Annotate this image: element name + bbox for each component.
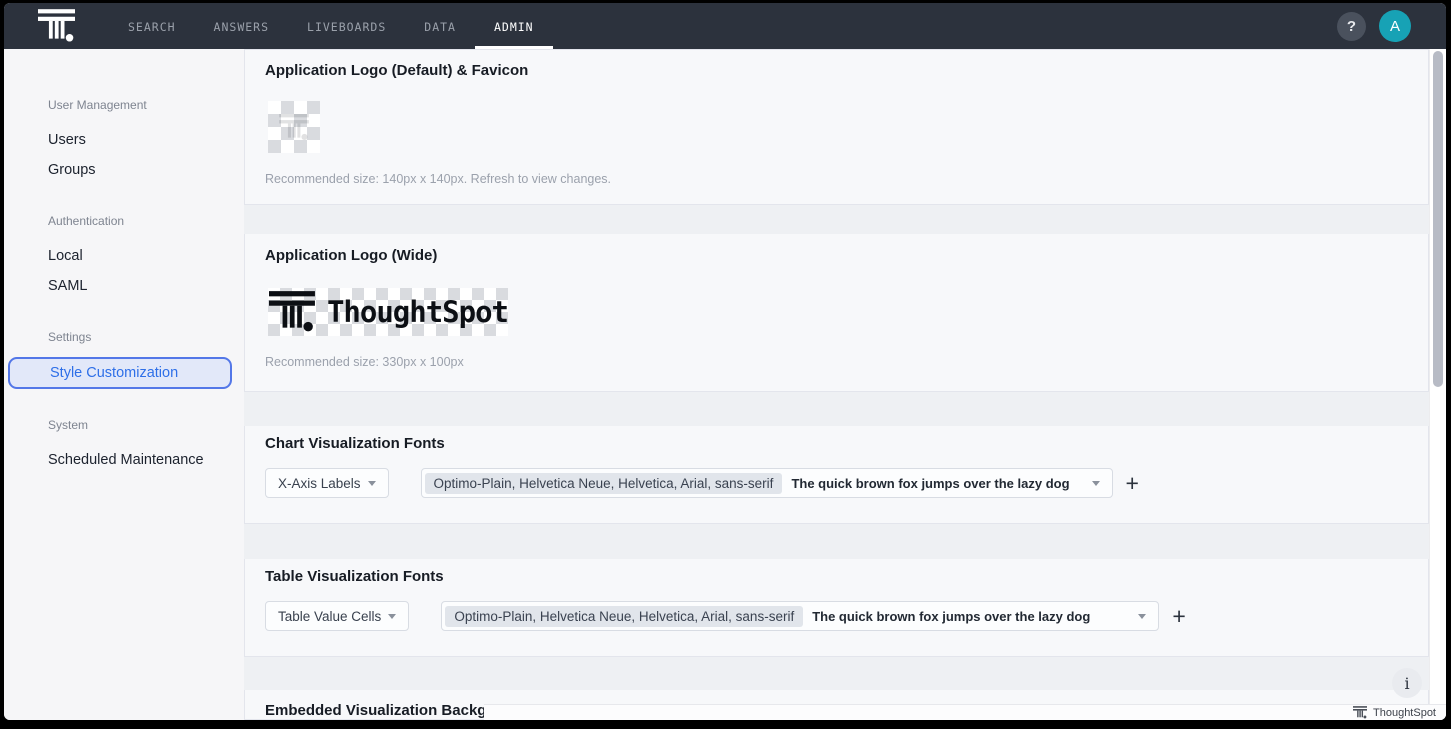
nav-tabs: SEARCH ANSWERS LIVEBOARDS DATA ADMIN (109, 3, 553, 49)
thoughtspot-logo-icon[interactable] (38, 9, 75, 43)
tab-liveboards[interactable]: LIVEBOARDS (288, 3, 405, 49)
section-title: Application Logo (Wide) (265, 247, 1428, 264)
thoughtspot-mark-icon (269, 291, 315, 333)
tab-admin[interactable]: ADMIN (475, 3, 553, 49)
scrollbar-track (1429, 49, 1446, 704)
sidebar-item-local[interactable]: Local (4, 241, 244, 271)
font-stack-chip: Optimo-Plain, Helvetica Neue, Helvetica,… (425, 473, 783, 494)
section-wide-logo: Application Logo (Wide) ThoughtSpot Reco (244, 234, 1429, 392)
font-stack-chip: Optimo-Plain, Helvetica Neue, Helvetica,… (445, 606, 803, 627)
chevron-down-icon (388, 614, 396, 619)
chevron-down-icon (1138, 614, 1146, 619)
section-gap (244, 205, 1429, 234)
nav-right-controls: ? A (1337, 10, 1411, 42)
help-icon[interactable]: ? (1337, 12, 1366, 41)
section-table-fonts: Table Visualization Fonts Table Value Ce… (244, 559, 1429, 657)
sidebar-group-label: Authentication (4, 214, 244, 228)
chevron-down-icon (1092, 481, 1100, 486)
section-title: Application Logo (Default) & Favicon (265, 62, 1428, 79)
tab-search[interactable]: SEARCH (109, 3, 195, 49)
thoughtspot-wordmark: ThoughtSpot (327, 295, 508, 329)
sidebar-group-label: System (4, 418, 244, 432)
table-font-target-label: Table Value Cells (278, 609, 381, 624)
sidebar-group-system: System Scheduled Maintenance (4, 418, 244, 475)
sidebar-group-settings: Settings Style Customization (4, 330, 244, 389)
watermark-text: ThoughtSpot (1373, 707, 1436, 719)
sidebar-item-style-customization[interactable]: Style Customization (8, 357, 232, 389)
font-preview-text: The quick brown fox jumps over the lazy … (812, 609, 1090, 624)
sidebar-group-label: Settings (4, 330, 244, 344)
content-area: User Management Users Groups Authenticat… (4, 49, 1446, 720)
info-icon[interactable]: i (1392, 668, 1422, 698)
tab-data[interactable]: DATA (405, 3, 475, 49)
top-nav-bar: SEARCH ANSWERS LIVEBOARDS DATA ADMIN ? A (4, 3, 1446, 49)
table-font-target-select[interactable]: Table Value Cells (265, 601, 409, 631)
add-font-button[interactable]: + (1126, 473, 1139, 493)
wide-logo-helper-text: Recommended size: 330px x 100px (265, 355, 1428, 369)
add-font-button[interactable]: + (1172, 606, 1185, 626)
scrollbar-thumb[interactable] (1433, 51, 1443, 387)
section-gap (244, 524, 1429, 559)
section-chart-fonts: Chart Visualization Fonts X-Axis Labels … (244, 426, 1429, 524)
chart-font-row: X-Axis Labels Optimo-Plain, Helvetica Ne… (265, 468, 1428, 498)
thoughtspot-mark-faint-icon (279, 114, 309, 141)
favicon-helper-text: Recommended size: 140px x 140px. Refresh… (265, 172, 1428, 186)
chart-font-family-select[interactable]: Optimo-Plain, Helvetica Neue, Helvetica,… (421, 468, 1113, 498)
sidebar-item-saml[interactable]: SAML (4, 271, 244, 301)
thoughtspot-mark-icon (1353, 706, 1367, 719)
sidebar-item-scheduled-maintenance[interactable]: Scheduled Maintenance (4, 445, 244, 475)
sidebar-group-authentication: Authentication Local SAML (4, 214, 244, 301)
sidebar-group-user-management: User Management Users Groups (4, 98, 244, 185)
chart-font-target-label: X-Axis Labels (278, 476, 361, 491)
sidebar-item-users[interactable]: Users (4, 125, 244, 155)
sidebar-item-groups[interactable]: Groups (4, 155, 244, 185)
avatar[interactable]: A (1379, 10, 1411, 42)
style-customization-main: Application Logo (Default) & Favicon Rec… (244, 49, 1446, 720)
table-font-row: Table Value Cells Optimo-Plain, Helvetic… (265, 601, 1428, 631)
wide-logo-upload-preview[interactable]: ThoughtSpot (268, 288, 508, 336)
thoughtspot-watermark: ThoughtSpot (1353, 706, 1436, 719)
chevron-down-icon (368, 481, 376, 486)
section-favicon: Application Logo (Default) & Favicon Rec… (244, 49, 1429, 205)
sidebar-group-label: User Management (4, 98, 244, 112)
table-font-family-select[interactable]: Optimo-Plain, Helvetica Neue, Helvetica,… (441, 601, 1159, 631)
favicon-upload-preview[interactable] (268, 101, 320, 153)
window-frame: SEARCH ANSWERS LIVEBOARDS DATA ADMIN ? A… (0, 0, 1451, 729)
app-screen: SEARCH ANSWERS LIVEBOARDS DATA ADMIN ? A… (4, 3, 1446, 720)
tab-answers[interactable]: ANSWERS (195, 3, 288, 49)
footer-strip: ThoughtSpot (484, 704, 1446, 720)
section-title: Chart Visualization Fonts (265, 435, 1428, 452)
section-gap (244, 657, 1429, 690)
section-title: Table Visualization Fonts (265, 568, 1428, 585)
chart-font-target-select[interactable]: X-Axis Labels (265, 468, 389, 498)
admin-sidebar: User Management Users Groups Authenticat… (4, 49, 244, 720)
section-gap (244, 392, 1429, 426)
font-preview-text: The quick brown fox jumps over the lazy … (791, 476, 1069, 491)
